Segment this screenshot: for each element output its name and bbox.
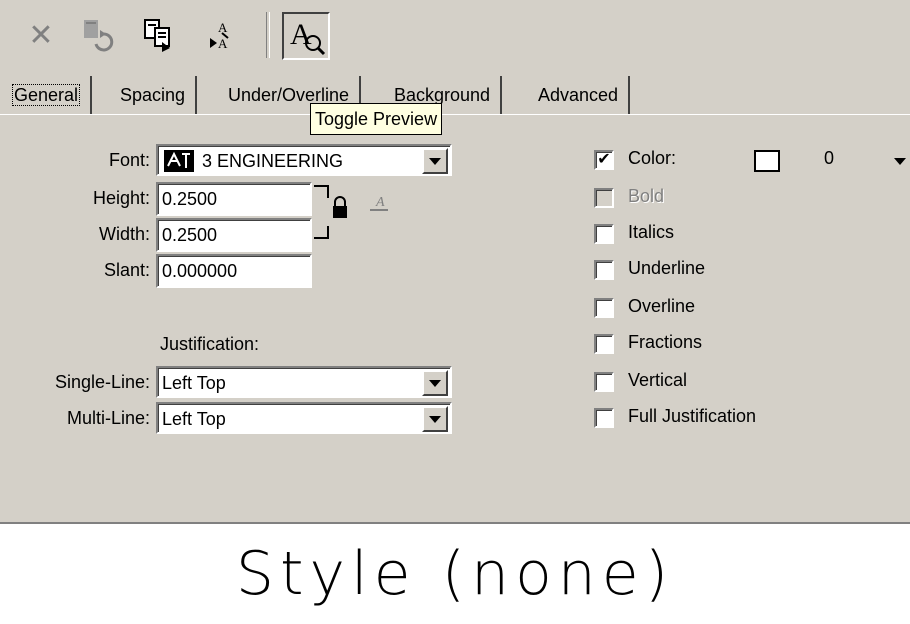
toolbar-separator (266, 12, 270, 58)
match-style-button[interactable]: A A (200, 14, 242, 56)
color-swatch (754, 150, 780, 172)
color-value: 0 (824, 148, 835, 168)
chevron-down-icon (429, 157, 441, 165)
height-label: Height: (92, 188, 150, 208)
font-label: Font: (108, 150, 150, 170)
tab-spacing[interactable]: Spacing (110, 76, 198, 114)
full-justification-checkbox[interactable] (594, 408, 614, 428)
toggle-preview-icon: A (290, 18, 326, 56)
delete-style-icon: ✕ (28, 18, 54, 52)
color-label: Color: (628, 148, 677, 168)
multi-line-dropdown-button[interactable] (422, 406, 448, 432)
svg-text:A: A (218, 36, 228, 51)
vertical-checkbox[interactable] (594, 372, 614, 392)
tab-under-overline-label: Under/Overline (228, 85, 350, 105)
toolbar: ✕ A A A (0, 0, 910, 70)
tab-general[interactable]: General (2, 76, 93, 114)
bold-label: Bold (628, 186, 665, 206)
italics-label: Italics (628, 222, 675, 242)
toggle-preview-button[interactable]: A (282, 12, 330, 60)
color-checkbox[interactable]: ✔ (594, 150, 614, 170)
preview-text: Style (none) (235, 539, 675, 609)
tab-background-label: Background (394, 85, 491, 105)
height-value: 0.2500 (162, 189, 218, 209)
fractions-checkbox[interactable] (594, 334, 614, 354)
font-value: 3 ENGINEERING (202, 151, 344, 171)
single-line-label: Single-Line: (54, 372, 150, 392)
font-dropdown-button[interactable] (422, 148, 448, 174)
font-select[interactable]: 3 ENGINEERING (156, 144, 452, 176)
multi-line-label: Multi-Line: (66, 408, 150, 428)
slant-value: 0.000000 (162, 261, 238, 281)
vertical-label: Vertical (628, 370, 688, 390)
single-line-dropdown-button[interactable] (422, 370, 448, 396)
overline-checkbox[interactable] (594, 298, 614, 318)
tab-advanced[interactable]: Advanced (528, 76, 631, 114)
tab-divider (0, 114, 910, 115)
width-value: 0.2500 (162, 225, 218, 245)
delete-style-button[interactable]: ✕ (20, 14, 62, 56)
tab-spacing-label: Spacing (120, 85, 186, 105)
bold-checkbox[interactable] (594, 188, 614, 208)
multi-line-value: Left Top (162, 409, 226, 429)
width-field[interactable]: 0.2500 (156, 218, 312, 252)
overline-label: Overline (628, 296, 696, 316)
full-justification-label: Full Justification (628, 406, 757, 426)
tab-advanced-label: Advanced (538, 85, 619, 105)
match-style-icon: A A (210, 20, 229, 51)
single-line-select[interactable]: Left Top (156, 366, 452, 398)
chevron-down-icon (894, 158, 906, 165)
svg-text:A: A (375, 195, 385, 210)
chevron-down-icon (429, 379, 441, 387)
chevron-down-icon (429, 415, 441, 423)
copy-style-icon (144, 19, 170, 52)
fractions-label: Fractions (628, 332, 703, 352)
slant-field[interactable]: 0.000000 (156, 254, 312, 288)
reset-style-button[interactable] (76, 14, 118, 56)
underline-checkbox[interactable] (594, 260, 614, 280)
tab-general-label: General (12, 84, 81, 106)
color-select[interactable]: 0 (744, 146, 910, 176)
width-label: Width: (98, 224, 150, 244)
copy-style-button[interactable] (138, 14, 180, 56)
single-line-value: Left Top (162, 373, 226, 393)
tooltip: Toggle Preview (310, 103, 443, 135)
slant-label: Slant: (103, 260, 150, 280)
multi-line-select[interactable]: Left Top (156, 402, 452, 434)
height-field[interactable]: 0.2500 (156, 182, 312, 216)
aspect-lock[interactable]: A (312, 182, 392, 244)
underline-label: Underline (628, 258, 706, 278)
svg-text:A: A (290, 18, 312, 51)
reset-style-icon (84, 20, 114, 52)
font-type-icon (164, 150, 194, 172)
justification-label: Justification: (160, 334, 260, 354)
italics-checkbox[interactable] (594, 224, 614, 244)
